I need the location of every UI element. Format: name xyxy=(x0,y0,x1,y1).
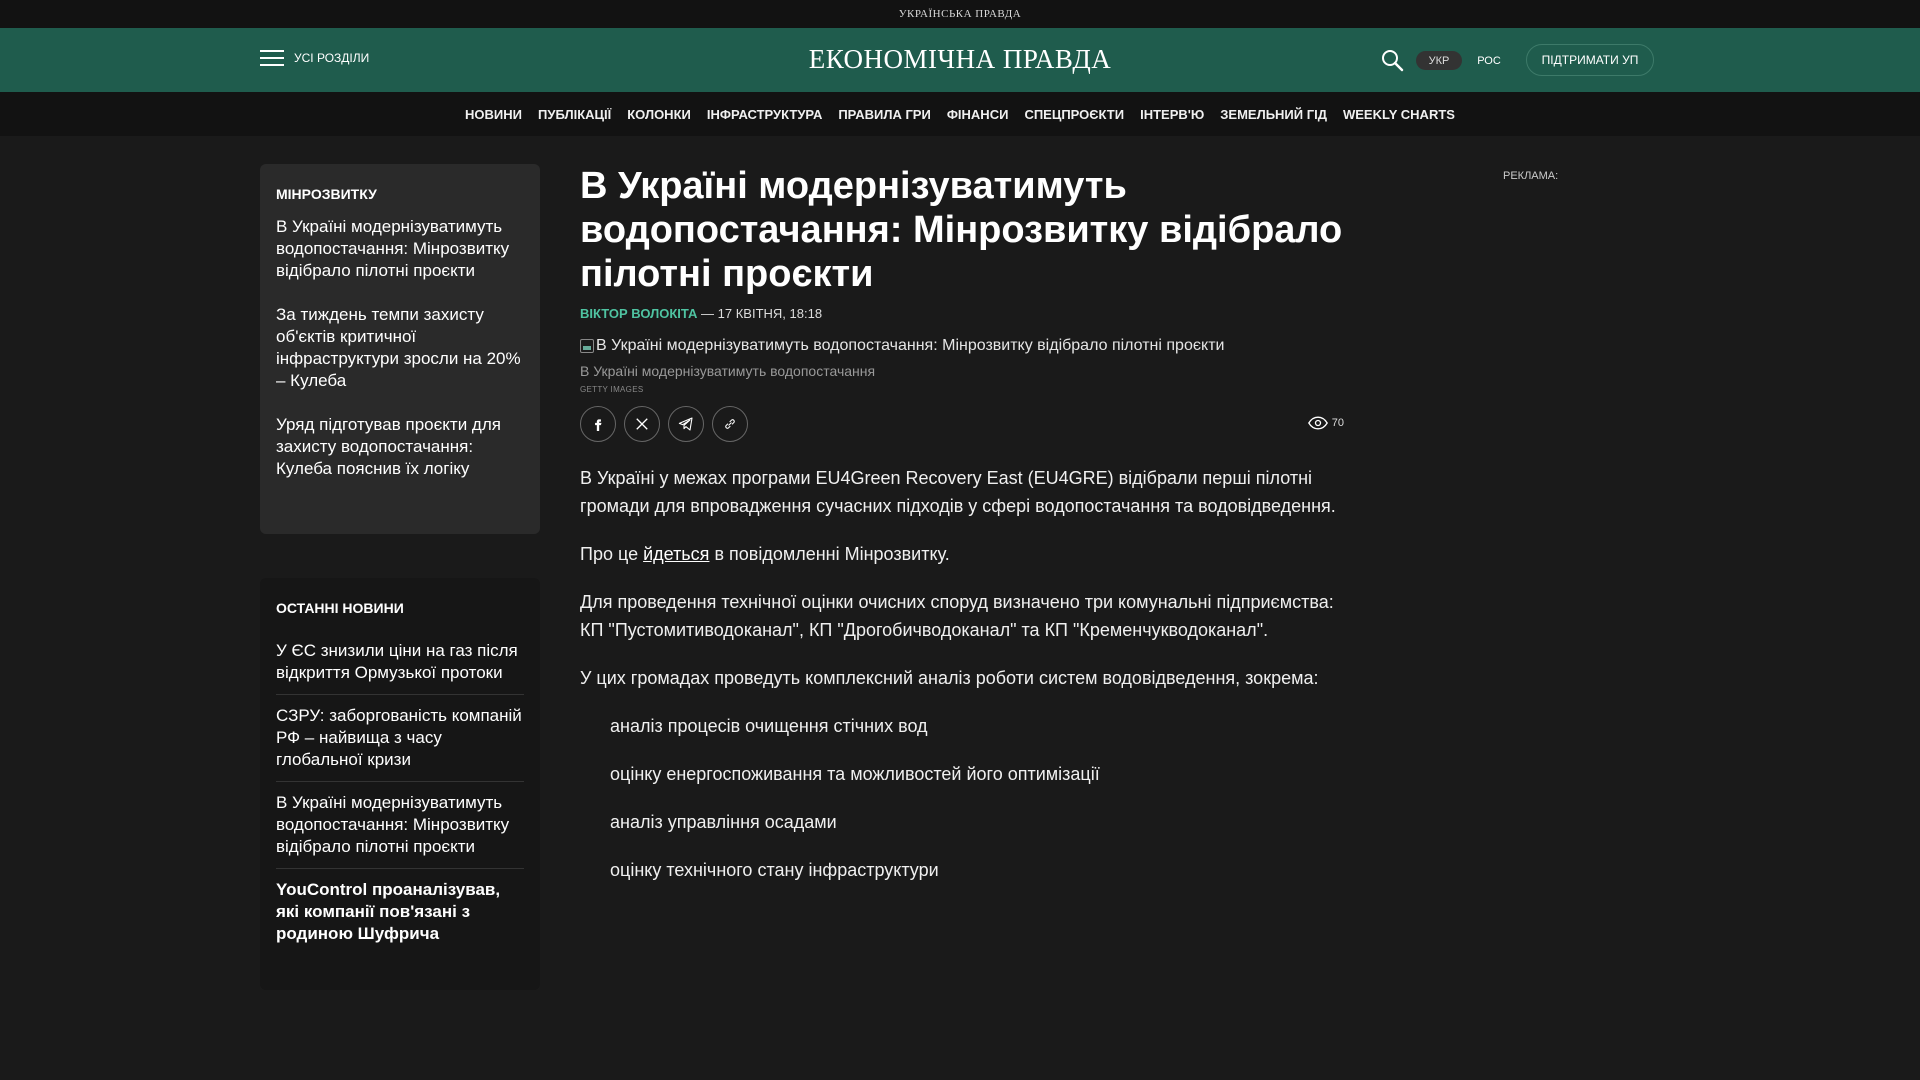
paragraph: У цих громадах проведуть комплексний ана… xyxy=(580,668,1319,688)
image-credit: GETTY IMAGES xyxy=(580,385,644,394)
nav-item-land-guide[interactable]: ЗЕМЕЛЬНИЙ ГІД xyxy=(1220,107,1327,122)
list-item: оцінку енергоспоживання та можливостей й… xyxy=(610,764,1100,784)
article: В Україні модернізуватимуть водопостачан… xyxy=(580,164,1344,904)
copy-link-button[interactable] xyxy=(712,406,748,442)
nav-item-news[interactable]: НОВИНИ xyxy=(465,107,522,122)
latest-news-item[interactable]: В Україні модернізуватимуть водопостачан… xyxy=(276,782,524,869)
nav-item-columns[interactable]: КОЛОНКИ xyxy=(627,107,691,122)
nav-item-finance[interactable]: ФІНАНСИ xyxy=(947,107,1009,122)
list-item: аналіз управління осадами xyxy=(610,812,837,832)
article-image-alt: В Україні модернізуватимуть водопостачан… xyxy=(596,337,1225,354)
article-headline: В Україні модернізуватимуть водопостачан… xyxy=(580,165,1343,295)
author-link[interactable]: ВІКТОР ВОЛОКІТА xyxy=(580,306,697,321)
views-counter: 70 xyxy=(1307,416,1344,430)
views-count: 70 xyxy=(1331,417,1344,429)
parent-brand-link[interactable]: УКРАЇНСЬКА ПРАВДА xyxy=(899,8,1022,20)
paragraph: Про це йдеться в повідомленні Мінрозвитк… xyxy=(580,540,1344,568)
article-image: В Україні модернізуватимуть водопостачан… xyxy=(580,337,1344,355)
paragraph-text: Про це xyxy=(580,544,644,564)
x-share-button[interactable] xyxy=(624,406,660,442)
analysis-list: аналіз процесів очищення стічних вод оці… xyxy=(580,712,1344,884)
telegram-icon xyxy=(678,417,693,431)
all-sections-button[interactable]: УСІ РОЗДІЛИ xyxy=(260,50,369,66)
latest-news-item[interactable]: СЗРУ: заборгованість компаній РФ – найви… xyxy=(276,695,524,782)
related-news-title[interactable]: МІНРОЗВИТКУ xyxy=(276,186,524,202)
latest-news-item[interactable]: YouControl проаналізував, які компанії п… xyxy=(276,869,524,955)
latest-news-title[interactable]: ОСТАННІ НОВИНИ xyxy=(276,600,524,616)
broken-image-icon xyxy=(580,339,594,353)
share-bar: 70 xyxy=(580,406,1344,442)
related-news-item[interactable]: В Україні модернізуватимуть водопостачан… xyxy=(276,216,524,282)
hamburger-icon xyxy=(260,50,284,66)
nav-item-special-projects[interactable]: СПЕЦПРОЄКТИ xyxy=(1024,107,1124,122)
related-news-item[interactable]: Уряд підготував проєкти для захисту водо… xyxy=(276,414,524,480)
list-item: оцінку технічного стану інфраструктури xyxy=(610,860,939,880)
search-icon[interactable] xyxy=(1380,48,1404,72)
facebook-share-button[interactable] xyxy=(580,406,616,442)
x-icon xyxy=(636,418,648,430)
nav-item-infrastructure[interactable]: ІНФРАСТРУКТУРА xyxy=(707,107,822,122)
lang-ukr-button[interactable]: УКР xyxy=(1416,51,1462,70)
nav-item-interview[interactable]: ІНТЕРВ'Ю xyxy=(1140,107,1204,122)
link-icon xyxy=(725,419,735,429)
support-button[interactable]: ПІДТРИМАТИ УП xyxy=(1526,44,1654,76)
latest-news-card: ОСТАННІ НОВИНИ У ЄС знизили ціни на газ … xyxy=(260,578,540,990)
eye-icon xyxy=(1307,416,1328,430)
paragraph: В Україні у межах програми EU4Green Reco… xyxy=(580,468,1336,516)
nav-item-rules[interactable]: ПРАВИЛА ГРИ xyxy=(838,107,931,122)
main-nav: НОВИНИ ПУБЛІКАЦІЇ КОЛОНКИ ІНФРАСТРУКТУРА… xyxy=(0,92,1920,136)
image-caption: В Україні модернізуватимуть водопостачан… xyxy=(580,363,876,379)
nav-item-publications[interactable]: ПУБЛІКАЦІЇ xyxy=(538,107,611,122)
top-strip: УКРАЇНСЬКА ПРАВДА xyxy=(0,0,1920,28)
related-news-item[interactable]: За тиждень темпи захисту об'єктів критич… xyxy=(276,304,524,392)
paragraph-text: в повідомленні Мінрозвитку. xyxy=(709,544,950,564)
list-item: аналіз процесів очищення стічних вод xyxy=(610,716,928,736)
article-date: — 17 КВІТНЯ, 18:18 xyxy=(697,306,823,321)
article-body: В Україні у межах програми EU4Green Reco… xyxy=(580,464,1344,884)
lang-ros-button[interactable]: РОС xyxy=(1466,51,1512,70)
telegram-share-button[interactable] xyxy=(668,406,704,442)
article-byline: ВІКТОР ВОЛОКІТА — 17 КВІТНЯ, 18:18 xyxy=(580,306,1344,321)
latest-news-item[interactable]: У ЄС знизили ціни на газ після відкриття… xyxy=(276,630,524,695)
related-news-card: МІНРОЗВИТКУ В Україні модернізуватимуть … xyxy=(260,164,540,534)
nav-item-weekly-charts[interactable]: WEEKLY CHARTS xyxy=(1343,107,1455,122)
paragraph: Для проведення технічної оцінки очисних … xyxy=(580,592,1334,640)
facebook-icon xyxy=(595,419,602,431)
all-sections-label: УСІ РОЗДІЛИ xyxy=(294,51,370,65)
site-header: УСІ РОЗДІЛИ ЕКОНОМІЧНА ПРАВДА УКР РОС ПІ… xyxy=(0,28,1920,92)
source-link[interactable]: йдеться xyxy=(643,544,709,564)
ad-label: РЕКЛАМА: xyxy=(1503,170,1559,182)
